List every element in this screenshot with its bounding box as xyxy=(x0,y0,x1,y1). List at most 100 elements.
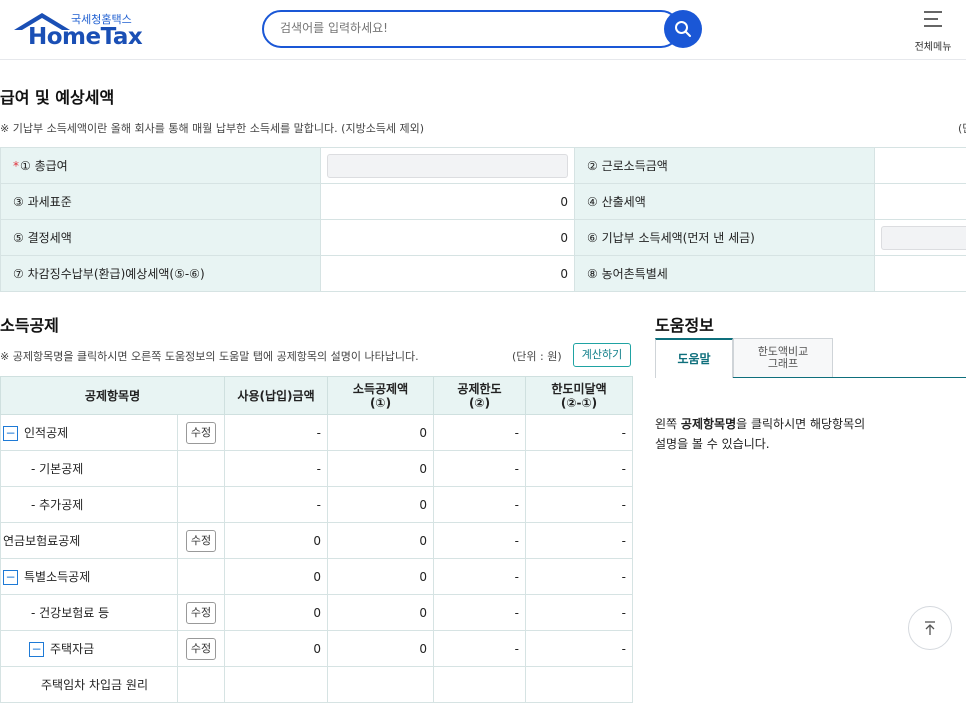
tab-help[interactable]: 도움말 xyxy=(655,338,733,378)
summary-label: *① 총급여 xyxy=(1,148,321,184)
collapse-toggle-icon[interactable]: − xyxy=(3,570,18,585)
deduction-amount: 0 xyxy=(328,523,434,559)
edit-cell: 수정 xyxy=(178,415,225,451)
item-name[interactable]: 연금보험료공제 xyxy=(1,523,178,559)
limit-amount: - xyxy=(434,595,526,631)
item-name[interactable]: 특별소득공제 xyxy=(24,570,90,584)
arrow-up-icon xyxy=(923,620,937,636)
edit-button[interactable]: 수정 xyxy=(186,602,216,624)
remaining-amount: - xyxy=(526,595,633,631)
table-row: 주택임차 차입금 원리 xyxy=(1,667,633,703)
edit-cell-empty xyxy=(178,451,225,487)
used-amount xyxy=(225,667,328,703)
table-row: −특별소득공제 0 0 - - xyxy=(1,559,633,595)
table-header-row: 공제항목명 사용(납입)금액 소득공제액(①) 공제한도(②) 한도미달액(②-… xyxy=(1,377,633,415)
table-row: −주택자금 수정 0 0 - - xyxy=(1,631,633,667)
edit-cell: 수정 xyxy=(178,631,225,667)
required-mark: * xyxy=(13,159,19,173)
col-header-amount-l2: (①) xyxy=(370,396,391,410)
item-name-cell[interactable]: −주택자금 xyxy=(1,631,178,667)
search-area xyxy=(262,10,702,48)
limit-amount: - xyxy=(434,559,526,595)
help-text-bold: 공제항목명 xyxy=(681,417,736,431)
edit-button[interactable]: 수정 xyxy=(186,638,216,660)
edit-cell: 수정 xyxy=(178,595,225,631)
collapse-toggle-icon[interactable]: − xyxy=(3,426,18,441)
all-menu-button[interactable]: 전체메뉴 xyxy=(906,8,960,54)
remaining-amount: - xyxy=(526,451,633,487)
remaining-amount: - xyxy=(526,559,633,595)
deduction-note: ※ 공제항목명을 클릭하시면 오른쪽 도움정보의 도움말 탭에 공제항목의 설명… xyxy=(0,348,419,364)
summary-value: 0 xyxy=(321,220,575,256)
table-row: 연금보험료공제 수정 0 0 - - xyxy=(1,523,633,559)
prepaid-tax-input[interactable] xyxy=(881,226,966,250)
col-header-amount-l1: 소득공제액 xyxy=(353,382,408,396)
item-name[interactable]: 주택임차 차입금 원리 xyxy=(1,667,178,703)
search-button[interactable] xyxy=(664,10,702,48)
summary-value xyxy=(875,148,966,184)
edit-button[interactable]: 수정 xyxy=(186,530,216,552)
summary-value xyxy=(875,184,966,220)
help-text-line2: 설명을 볼 수 있습니다. xyxy=(655,437,770,451)
remaining-amount: - xyxy=(526,487,633,523)
summary-label: ③ 과세표준 xyxy=(1,184,321,220)
used-amount: 0 xyxy=(225,559,328,595)
item-name[interactable]: - 건강보험료 등 xyxy=(1,595,178,631)
deduction-amount: 0 xyxy=(328,595,434,631)
col-header-rest-l1: 한도미달액 xyxy=(551,382,606,396)
item-name[interactable]: - 추가공제 xyxy=(1,487,178,523)
limit-amount: - xyxy=(434,631,526,667)
deduction-amount xyxy=(328,667,434,703)
calculate-button[interactable]: 계산하기 xyxy=(573,343,631,367)
search-icon xyxy=(674,20,692,38)
item-name[interactable]: 주택자금 xyxy=(50,642,94,656)
summary-label: ⑤ 결정세액 xyxy=(1,220,321,256)
edit-cell-empty xyxy=(178,559,225,595)
collapse-toggle-icon[interactable]: − xyxy=(29,642,44,657)
limit-amount xyxy=(434,667,526,703)
col-header-limit: 공제한도(②) xyxy=(434,377,526,415)
col-header-rest: 한도미달액(②-①) xyxy=(526,377,633,415)
remaining-amount: - xyxy=(526,631,633,667)
summary-label: ⑦ 차감징수납부(환급)예상세액(⑤-⑥) xyxy=(1,256,321,292)
edit-cell: 수정 xyxy=(178,523,225,559)
summary-label: ② 근로소득금액 xyxy=(575,148,875,184)
edit-cell-empty xyxy=(178,667,225,703)
tab-divider xyxy=(733,377,966,378)
remaining-amount: - xyxy=(526,415,633,451)
summary-label: ④ 산출세액 xyxy=(575,184,875,220)
limit-amount: - xyxy=(434,415,526,451)
col-header-limit-l1: 공제한도 xyxy=(457,382,501,396)
summary-unit-note: (단 xyxy=(958,120,966,136)
scroll-top-button[interactable] xyxy=(908,606,952,650)
summary-label: ⑥ 기납부 소득세액(먼저 낸 세금) xyxy=(575,220,875,256)
used-amount: - xyxy=(225,487,328,523)
summary-value xyxy=(875,256,966,292)
deduction-amount: 0 xyxy=(328,415,434,451)
item-name-cell[interactable]: −특별소득공제 xyxy=(1,559,178,595)
summary-row: *① 총급여 ② 근로소득금액 xyxy=(1,148,966,184)
summary-label-text: ① 총급여 xyxy=(20,159,68,173)
total-salary-input[interactable] xyxy=(327,154,568,178)
deduction-amount: 0 xyxy=(328,559,434,595)
item-name[interactable]: 인적공제 xyxy=(24,426,68,440)
deduction-amount: 0 xyxy=(328,487,434,523)
item-name[interactable]: - 기본공제 xyxy=(1,451,178,487)
item-name-cell[interactable]: −인적공제 xyxy=(1,415,178,451)
search-input[interactable] xyxy=(280,21,660,35)
tab-limit-graph[interactable]: 한도액비교 그래프 xyxy=(733,338,833,378)
table-row: - 기본공제 - 0 - - xyxy=(1,451,633,487)
hometax-logo[interactable]: 국세청홈택스 HomeTax xyxy=(12,10,142,52)
all-menu-label: 전체메뉴 xyxy=(906,38,960,53)
col-header-rest-l2: (②-①) xyxy=(561,396,597,410)
top-header: 국세청홈택스 HomeTax 전체메뉴 xyxy=(0,0,966,60)
used-amount: 0 xyxy=(225,631,328,667)
remaining-amount xyxy=(526,667,633,703)
edit-button[interactable]: 수정 xyxy=(186,422,216,444)
summary-row: ⑤ 결정세액 0 ⑥ 기납부 소득세액(먼저 낸 세금) xyxy=(1,220,966,256)
deduction-amount: 0 xyxy=(328,631,434,667)
table-row: −인적공제 수정 - 0 - - xyxy=(1,415,633,451)
used-amount: - xyxy=(225,451,328,487)
summary-row: ③ 과세표준 0 ④ 산출세액 xyxy=(1,184,966,220)
col-header-used: 사용(납입)금액 xyxy=(225,377,328,415)
